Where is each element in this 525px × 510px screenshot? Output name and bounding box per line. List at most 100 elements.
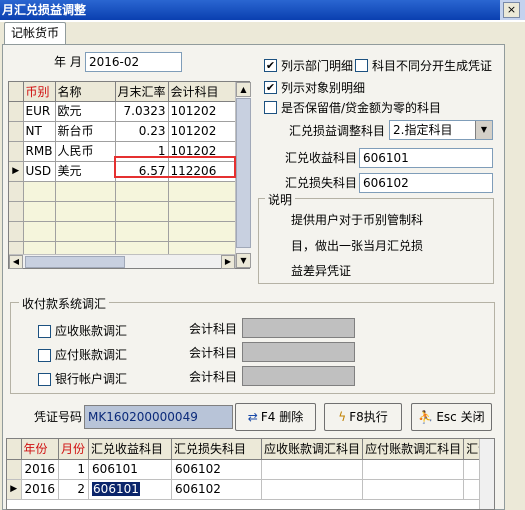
cell-year[interactable]: 2016: [21, 479, 60, 500]
scroll-thumb[interactable]: [236, 98, 251, 248]
cell-loss[interactable]: 606102: [171, 459, 263, 480]
cell-name[interactable]: 欧元: [55, 101, 116, 122]
lightning-icon: ϟ: [338, 410, 347, 424]
adjust-account-label: 汇兑损益调整科目: [289, 124, 386, 138]
grid-corner: [9, 82, 24, 102]
tab-base-currency[interactable]: 记帐货币: [4, 22, 66, 44]
checkbox-ap[interactable]: [38, 349, 51, 362]
chevron-down-icon[interactable]: ▼: [475, 121, 492, 139]
current-row-marker: ▶: [7, 479, 22, 500]
cell-month[interactable]: 1: [58, 459, 90, 480]
col-header-rate[interactable]: 月末汇率: [115, 82, 169, 102]
adjust-account-select[interactable]: 2.指定科目 ▼: [389, 120, 493, 140]
highlight-box: [114, 156, 236, 178]
label-no-diff: 科目不同分开生成凭证: [372, 59, 493, 73]
selected-text[interactable]: 606101: [92, 481, 140, 496]
cell-rate[interactable]: 0.23: [115, 121, 169, 142]
bank-account-label: 会计科目: [189, 370, 238, 384]
cell-name[interactable]: 人民币: [55, 141, 116, 162]
grid-horizontal-scrollbar[interactable]: ◀ ▶: [9, 254, 235, 269]
loss-account-label: 汇兑损失科目: [285, 176, 358, 190]
cell-gain[interactable]: 606101: [88, 459, 173, 480]
cell-gain[interactable]: 606101: [88, 479, 173, 500]
col-header-code[interactable]: 币别: [23, 82, 56, 102]
col-header-gain[interactable]: 汇兑收益科目: [88, 439, 173, 460]
explanation-line-1: 提供用户对于币别管制科: [291, 213, 424, 227]
table-row[interactable]: ▶ 2016 2 606101 606102: [7, 479, 485, 500]
execute-button[interactable]: ϟ F8执行: [324, 403, 402, 431]
row-header: [9, 121, 24, 142]
cell-ap[interactable]: [362, 459, 465, 480]
window-title: 月汇兑损益调整: [0, 0, 525, 20]
label-list-obj: 列示对象别明细: [281, 81, 366, 95]
cell-account[interactable]: 101202: [168, 101, 237, 122]
bank-account-input[interactable]: [242, 366, 355, 386]
col-header-year[interactable]: 年份: [21, 439, 60, 460]
checkbox-bank[interactable]: [38, 373, 51, 386]
arrows-icon: ⇄: [247, 410, 258, 424]
period-label: 年 月: [54, 55, 82, 69]
ap-account-input[interactable]: [242, 342, 355, 362]
cell-name[interactable]: 新台币: [55, 121, 116, 142]
checkbox-ar[interactable]: [38, 325, 51, 338]
scroll-left-icon[interactable]: ◀: [9, 255, 23, 269]
adjust-account-value: 2.指定科目: [393, 123, 453, 137]
col-header-ap[interactable]: 应付账款调汇科目: [362, 439, 465, 460]
cell-ar[interactable]: [261, 459, 364, 480]
empty-row: [9, 181, 237, 202]
col-header-loss[interactable]: 汇兑损失科目: [171, 439, 263, 460]
result-grid-vertical-scrollbar[interactable]: [479, 439, 494, 509]
cell-year[interactable]: 2016: [21, 459, 60, 480]
cell-loss[interactable]: 606102: [171, 479, 263, 500]
cell-name[interactable]: 美元: [55, 161, 116, 182]
empty-row: [9, 221, 237, 242]
label-zero-balance: 是否保留借/贷金额为零的科目: [281, 101, 442, 115]
cell-code[interactable]: RMB: [23, 141, 56, 162]
gain-account-input[interactable]: [359, 148, 493, 168]
current-row-marker: ▶: [9, 161, 24, 182]
cell-ar[interactable]: [261, 479, 364, 500]
close-button[interactable]: ⛹ Esc 关闭: [411, 403, 492, 431]
scroll-down-icon[interactable]: ▼: [236, 253, 251, 268]
label-list-dept: 列示部门明细: [281, 59, 354, 73]
col-header-account[interactable]: 会计科目: [168, 82, 237, 102]
delete-button[interactable]: ⇄ F4 删除: [235, 403, 316, 431]
checkbox-zero-balance[interactable]: [264, 101, 277, 114]
row-header: [7, 459, 22, 480]
checkbox-list-dept[interactable]: ✔: [264, 59, 277, 72]
scroll-up-icon[interactable]: ▲: [236, 82, 251, 97]
grid-corner: [7, 439, 22, 460]
col-header-month[interactable]: 月份: [58, 439, 90, 460]
col-header-ar[interactable]: 应收账款调汇科目: [261, 439, 364, 460]
label-ap: 应付账款调汇: [55, 348, 128, 362]
table-row[interactable]: 2016 1 606101 606102: [7, 459, 485, 480]
table-row[interactable]: EUR 欧元 7.0323 101202: [9, 101, 237, 122]
label-bank: 银行帐户调汇: [55, 372, 128, 386]
col-header-name[interactable]: 名称: [55, 82, 116, 102]
label-ar: 应收账款调汇: [55, 324, 128, 338]
period-input[interactable]: [85, 52, 182, 72]
cell-code[interactable]: NT: [23, 121, 56, 142]
running-man-icon: ⛹: [418, 410, 434, 424]
scroll-right-icon[interactable]: ▶: [221, 255, 235, 269]
cell-account[interactable]: 101202: [168, 121, 237, 142]
cell-month[interactable]: 2: [58, 479, 90, 500]
explanation-title: 说明: [265, 191, 296, 208]
ar-account-input[interactable]: [242, 318, 355, 338]
row-header: [9, 101, 24, 122]
grid-vertical-scrollbar[interactable]: ▲ ▼: [235, 82, 251, 268]
empty-row: [9, 201, 237, 222]
cell-code[interactable]: EUR: [23, 101, 56, 122]
cell-ap[interactable]: [362, 479, 465, 500]
table-row[interactable]: NT 新台币 0.23 101202: [9, 121, 237, 142]
checkbox-list-obj[interactable]: ✔: [264, 81, 277, 94]
checkbox-no-diff[interactable]: [355, 59, 368, 72]
explanation-group: 说明 提供用户对于币别管制科 目，做出一张当月汇兑损 益差异凭证: [258, 191, 494, 284]
cell-code[interactable]: USD: [23, 161, 56, 182]
ar-account-label: 会计科目: [189, 322, 238, 336]
loss-account-input[interactable]: [359, 173, 493, 193]
window-close-button[interactable]: ×: [503, 2, 520, 18]
cell-rate[interactable]: 7.0323: [115, 101, 169, 122]
gain-account-label: 汇兑收益科目: [285, 151, 358, 165]
scroll-thumb-h[interactable]: [25, 256, 125, 268]
